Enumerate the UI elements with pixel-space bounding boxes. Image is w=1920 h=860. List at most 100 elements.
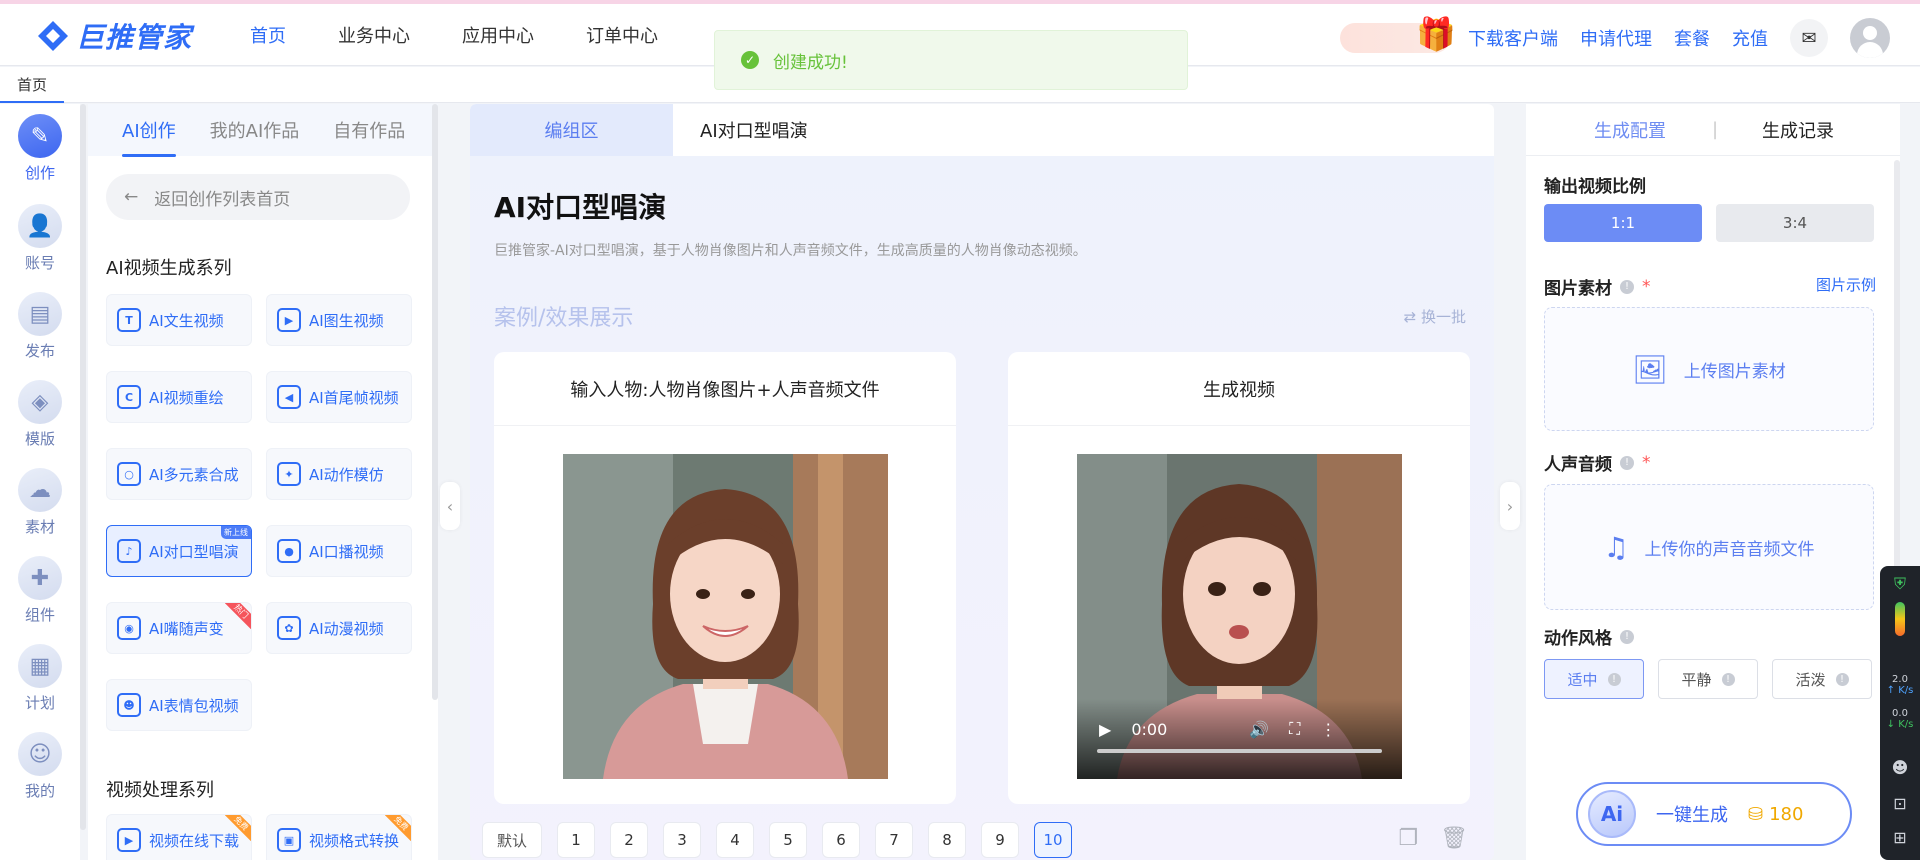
ratio-1-1-button[interactable]: 1:1 xyxy=(1544,204,1702,242)
feature-mouth-voice[interactable]: ◉ AI嘴随声变 热门 xyxy=(106,602,252,654)
package-link[interactable]: 套餐 xyxy=(1674,25,1710,51)
lip-sync-icon: ♪ xyxy=(117,539,141,563)
image-example-link[interactable]: 图片示例 xyxy=(1816,274,1876,295)
page-10[interactable]: 10 xyxy=(1034,822,1072,858)
mail-icon[interactable]: ✉ xyxy=(1790,19,1828,57)
upload-image-area[interactable]: 🖼 上传图片素材 xyxy=(1544,307,1874,431)
check-icon: ✓ xyxy=(741,51,759,69)
config-panel: 生成配置 | 生成记录 输出视频比例 1:1 3:4 图片素材! * 图片示例 🖼… xyxy=(1526,104,1900,860)
volume-icon[interactable]: 🔊 xyxy=(1249,720,1269,739)
search-icon: ○ xyxy=(117,462,141,486)
page-5[interactable]: 5 xyxy=(769,822,807,858)
logo[interactable]: 巨推管家 xyxy=(36,16,192,56)
nav-orders[interactable]: 订单中心 xyxy=(586,22,658,48)
feature-lip-sync[interactable]: ♪ AI对口型唱演 新上线 xyxy=(106,525,252,577)
tab-generate-history[interactable]: 生成记录 xyxy=(1762,117,1834,143)
emoji-icon: ☻ xyxy=(117,693,141,717)
style-moderate-button[interactable]: 适中! xyxy=(1544,659,1644,699)
output-video-player[interactable]: ▶ 0:00 🔊 ⛶ ⋮ xyxy=(1077,454,1402,779)
page-default[interactable]: 默认 xyxy=(482,822,542,858)
leftnav-material[interactable]: ☁ 素材 xyxy=(0,468,80,537)
page-2[interactable]: 2 xyxy=(610,822,648,858)
style-lively-button[interactable]: 活泼! xyxy=(1772,659,1872,699)
leftnav-create[interactable]: ✎ 创作 xyxy=(0,114,80,183)
nav-home[interactable]: 首页 xyxy=(250,22,286,48)
feature-multi-element[interactable]: ○ AI多元素合成 xyxy=(106,448,252,500)
page-3[interactable]: 3 xyxy=(663,822,701,858)
tab-generate-config[interactable]: 生成配置 xyxy=(1594,117,1666,143)
tab-own-works[interactable]: 自有作品 xyxy=(333,117,405,143)
feature-motion-mimic[interactable]: ✦ AI动作模仿 xyxy=(266,448,412,500)
feature-video-download[interactable]: ▶ 视频在线下载 免费 xyxy=(106,814,252,860)
page-1[interactable]: 1 xyxy=(557,822,595,858)
help-icon[interactable]: ! xyxy=(1620,629,1634,644)
feature-video-repaint[interactable]: C AI视频重绘 xyxy=(106,371,252,423)
feature-emoji-video[interactable]: ☻ AI表情包视频 xyxy=(106,679,252,731)
tab-ai-create[interactable]: AI创作 xyxy=(122,117,176,157)
feature-format-convert[interactable]: ▣ 视频格式转换 免费 xyxy=(266,814,412,860)
crop-icon[interactable]: ⊡ xyxy=(1880,794,1920,813)
leftnav-publish[interactable]: ▤ 发布 xyxy=(0,292,80,361)
motion-icon: ✦ xyxy=(277,462,301,486)
generate-button[interactable]: Ai 一键生成 ⛁ 180 xyxy=(1576,782,1852,846)
upload-audio-area[interactable]: ♫ 上传你的声音音频文件 xyxy=(1544,484,1874,610)
promo-banner[interactable]: 🎁 xyxy=(1340,15,1456,53)
swap-batch-button[interactable]: ⇄ 换一批 xyxy=(1404,306,1466,327)
copy-icon[interactable]: ❐ xyxy=(1398,826,1418,851)
page-7[interactable]: 7 xyxy=(875,822,913,858)
leftnav-component[interactable]: ✚ 组件 xyxy=(0,556,80,625)
fullscreen-icon[interactable]: ⛶ xyxy=(1289,719,1300,739)
feature-talking-video[interactable]: ● AI口播视频 xyxy=(266,525,412,577)
avatar[interactable] xyxy=(1850,18,1890,58)
feature-text-to-video[interactable]: T AI文生视频 xyxy=(106,294,252,346)
style-calm-button[interactable]: 平静! xyxy=(1658,659,1758,699)
leftnav-scrollbar[interactable] xyxy=(80,104,86,830)
nav-apps[interactable]: 应用中心 xyxy=(462,22,534,48)
trash-icon[interactable]: 🗑 xyxy=(1440,826,1468,851)
help-icon[interactable]: ! xyxy=(1620,455,1634,470)
leftnav-label: 账号 xyxy=(24,254,55,272)
feature-label: AI首尾帧视频 xyxy=(309,388,399,407)
collapse-right-button[interactable]: › xyxy=(1500,482,1520,530)
chevron-left-icon: ‹ xyxy=(446,496,454,516)
leftnav-template[interactable]: ◈ 模版 xyxy=(0,380,80,449)
back-button[interactable]: ← 返回创作列表首页 xyxy=(106,174,410,220)
feature-first-last-frame[interactable]: ◀ AI首尾帧视频 xyxy=(266,371,412,423)
shield-icon[interactable]: ⛨ xyxy=(1880,574,1920,594)
leftnav-plan[interactable]: ▦ 计划 xyxy=(0,644,80,713)
leftnav-label: 发布 xyxy=(24,342,55,360)
tab-my-ai-works[interactable]: 我的AI作品 xyxy=(210,117,300,143)
feature-anime-video[interactable]: ✿ AI动漫视频 xyxy=(266,602,412,654)
feature-label: AI口播视频 xyxy=(309,542,384,561)
chat-icon[interactable]: ☻ xyxy=(1880,758,1920,777)
case-title: 案例/效果展示 xyxy=(494,306,634,331)
tab-edit-area[interactable]: 编组区 xyxy=(470,104,673,156)
more-vert-icon[interactable]: ⋮ xyxy=(1320,720,1336,739)
page-9[interactable]: 9 xyxy=(981,822,1019,858)
nav-business[interactable]: 业务中心 xyxy=(338,22,410,48)
feature-label: AI对口型唱演 xyxy=(149,542,239,561)
help-icon[interactable]: ! xyxy=(1620,279,1634,294)
calendar-icon: ▦ xyxy=(18,644,62,688)
page-8[interactable]: 8 xyxy=(928,822,966,858)
ratio-3-4-button[interactable]: 3:4 xyxy=(1716,204,1874,242)
upload-speed: 2.0 ↑ K/s xyxy=(1886,674,1914,696)
scan-icon[interactable]: ⊞ xyxy=(1880,828,1920,847)
play-icon[interactable]: ▶ xyxy=(1099,720,1111,739)
play-icon: ▶ xyxy=(117,828,141,852)
apply-agent-link[interactable]: 申请代理 xyxy=(1580,25,1652,51)
feature-grid: T AI文生视频 ▶ AI图生视频 C AI视频重绘 ◀ AI首尾帧视频 ○ AI多元素合… xyxy=(106,294,412,731)
tab-home[interactable]: 首页 xyxy=(0,67,64,103)
video-progress-track[interactable] xyxy=(1097,749,1382,753)
feature-image-to-video[interactable]: ▶ AI图生视频 xyxy=(266,294,412,346)
tab-current-tool[interactable]: AI对口型唱演 xyxy=(700,104,808,156)
page-6[interactable]: 6 xyxy=(822,822,860,858)
recharge-link[interactable]: 充值 xyxy=(1732,25,1768,51)
leftnav-mine[interactable]: ☺ 我的 xyxy=(0,732,80,801)
feature-label: AI嘴随声变 xyxy=(149,619,224,638)
leftnav-account[interactable]: 👤 账号 xyxy=(0,204,80,273)
collapse-left-button[interactable]: ‹ xyxy=(440,482,460,530)
download-client-link[interactable]: 下载客户端 xyxy=(1468,25,1558,51)
feature-panel-scrollbar[interactable] xyxy=(432,104,438,700)
page-4[interactable]: 4 xyxy=(716,822,754,858)
